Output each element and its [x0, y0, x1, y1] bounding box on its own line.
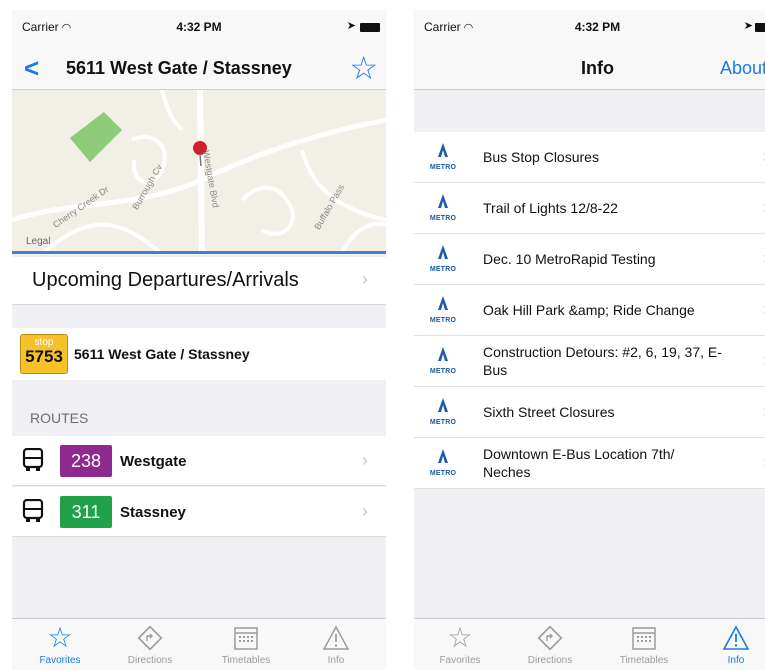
stop-map[interactable]: Legal Cherry Creek Dr Burrough Cv Westga… [12, 90, 386, 254]
location-arrow-icon: ➤ [346, 20, 356, 32]
tab-directions[interactable]: Directions [110, 623, 190, 666]
metro-logo-icon: METRO [428, 448, 458, 480]
map-graphic [12, 90, 386, 251]
alert-icon [722, 625, 750, 650]
nav-bar: < 5611 West Gate / Stassney ☆ [12, 44, 386, 90]
calendar-icon [234, 627, 258, 650]
star-icon: ☆ [447, 622, 473, 653]
route-name: Westgate [120, 453, 187, 470]
stop-name: 5611 West Gate / Stassney [74, 346, 250, 362]
tab-bar: ☆ Favorites Directions Timetables Info [414, 618, 765, 670]
calendar-icon [632, 627, 656, 650]
departures-row[interactable]: Upcoming Departures/Arrivals › [12, 257, 386, 305]
tab-bar: ☆ Favorites Directions Timetables Info [12, 618, 386, 670]
battery-icon [755, 23, 765, 32]
tab-favorites[interactable]: ☆ Favorites [20, 622, 100, 667]
map-legal-link[interactable]: Legal [26, 236, 50, 247]
info-list-item[interactable]: METRO Trail of Lights 12/8-22 › [414, 183, 765, 234]
route-number-badge: 311 [60, 496, 112, 528]
directions-icon [537, 625, 563, 651]
status-bar: Carrier ◠ 4:32 PM ➤ [414, 10, 765, 44]
tab-directions[interactable]: Directions [510, 623, 590, 666]
metro-logo-icon: METRO [428, 244, 458, 276]
stop-detail-screen: Carrier ◠ 4:32 PM ➤ < 5611 West Gate / St… [12, 10, 386, 670]
page-title: 5611 West Gate / Stassney [66, 58, 292, 78]
info-list-item[interactable]: METRO Oak Hill Park &amp; Ride Change › [414, 285, 765, 336]
info-list-item[interactable]: METRO Construction Detours: #2, 6, 19, 3… [414, 336, 765, 387]
info-item-title: Trail of Lights 12/8-22 [483, 200, 618, 216]
chevron-right-icon: › [362, 450, 368, 470]
chevron-right-icon: › [362, 269, 368, 289]
info-list-item[interactable]: METRO Downtown E-Bus Location 7th/ Neche… [414, 438, 765, 489]
route-row[interactable]: 311 Stassney › [12, 487, 386, 537]
metro-logo-icon: METRO [428, 193, 458, 225]
chevron-right-icon: › [362, 501, 368, 521]
about-button[interactable]: About [720, 58, 765, 79]
route-row[interactable]: 238 Westgate › [12, 436, 386, 486]
bus-icon [22, 448, 44, 471]
battery-icon [360, 23, 380, 32]
info-list-item[interactable]: METRO Bus Stop Closures › [414, 132, 765, 183]
info-screen: Carrier ◠ 4:32 PM ➤ Info About METRO Bus … [414, 10, 765, 670]
favorite-star-icon[interactable]: ☆ [349, 49, 378, 87]
location-arrow-icon: ➤ [743, 20, 753, 32]
directions-icon [137, 625, 163, 651]
info-item-title: Sixth Street Closures [483, 404, 615, 420]
metro-logo-icon: METRO [428, 397, 458, 429]
status-bar: Carrier ◠ 4:32 PM ➤ [12, 10, 386, 44]
info-item-title: Dec. 10 MetroRapid Testing [483, 251, 656, 267]
stop-info-row[interactable]: stop 5753 5611 West Gate / Stassney [12, 328, 386, 380]
tab-timetables[interactable]: Timetables [604, 623, 684, 666]
tab-timetables[interactable]: Timetables [206, 623, 286, 666]
info-item-title: Bus Stop Closures [483, 149, 599, 165]
star-icon: ☆ [47, 622, 73, 653]
back-button[interactable]: < [24, 53, 39, 84]
info-item-title: Oak Hill Park &amp; Ride Change [483, 302, 695, 318]
stop-badge-number: 5753 [25, 347, 63, 366]
stop-number-badge: stop 5753 [20, 334, 68, 374]
departures-label: Upcoming Departures/Arrivals [32, 269, 299, 291]
bus-icon [22, 499, 44, 522]
info-list-item[interactable]: METRO Dec. 10 MetroRapid Testing › [414, 234, 765, 285]
nav-bar: Info About [414, 44, 765, 90]
routes-section-header: ROUTES [30, 410, 89, 426]
alert-icon [322, 625, 350, 650]
status-time: 4:32 PM [574, 20, 621, 34]
tab-favorites[interactable]: ☆ Favorites [420, 622, 500, 667]
status-time: 4:32 PM [176, 20, 222, 34]
route-number-badge: 238 [60, 445, 112, 477]
metro-logo-icon: METRO [428, 142, 458, 174]
info-item-title: Construction Detours: #2, 6, 19, 37, E-B… [483, 344, 722, 378]
tab-info[interactable]: Info [296, 623, 376, 666]
info-item-title: Downtown E-Bus Location 7th/ Neches [483, 446, 675, 480]
route-name: Stassney [120, 504, 186, 521]
tab-info[interactable]: Info [696, 623, 765, 666]
page-title: Info [581, 58, 614, 78]
metro-logo-icon: METRO [428, 346, 458, 378]
info-list-item[interactable]: METRO Sixth Street Closures › [414, 387, 765, 438]
metro-logo-icon: METRO [428, 295, 458, 327]
